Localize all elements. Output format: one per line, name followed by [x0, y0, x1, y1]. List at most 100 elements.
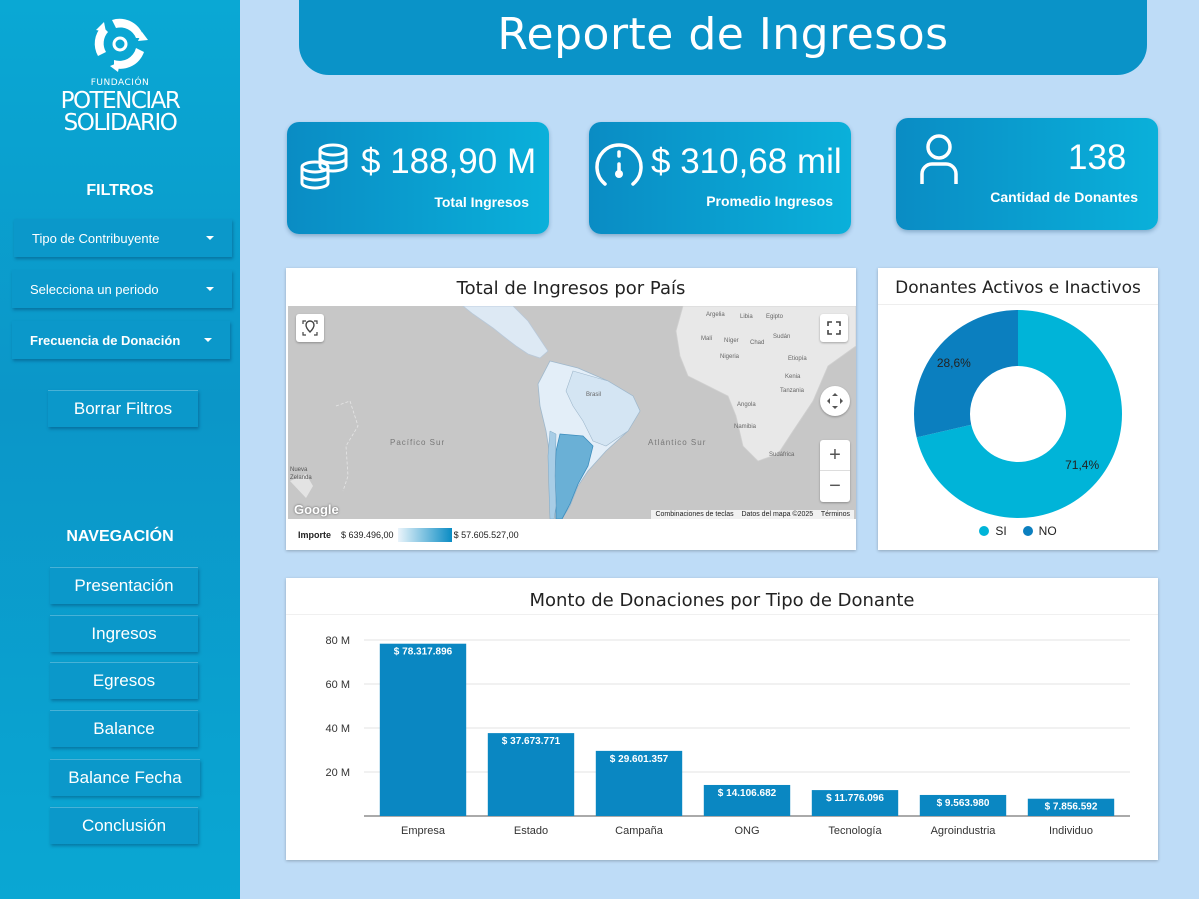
y-tick-label: 40 M — [326, 723, 350, 735]
map-canvas — [290, 306, 856, 519]
donut-panel-title: Donantes Activos e Inactivos — [895, 278, 1141, 298]
bar-0[interactable] — [379, 643, 467, 816]
kpi-label: Cantidad de Donantes — [990, 189, 1138, 205]
filter-period[interactable]: Selecciona un periodo — [12, 270, 232, 308]
bar-value-label: $ 29.601.357 — [610, 754, 669, 765]
map-legend: Importe $ 639.496,00 $ 57.605.527,00 — [298, 528, 519, 542]
donut-slice-label: 71,4% — [1065, 458, 1099, 472]
filter-contributor-type[interactable]: Tipo de Contribuyente — [14, 219, 232, 257]
x-tick-label: Campaña — [615, 825, 664, 837]
place-label: Egipto — [766, 314, 784, 320]
clear-filters-button[interactable]: Borrar Filtros — [48, 390, 198, 427]
place-label: Libia — [740, 314, 753, 320]
nav-ingresos[interactable]: Ingresos — [50, 615, 198, 652]
place-label: Sudán — [773, 334, 791, 340]
kpi-cantidad-donantes: 138 Cantidad de Donantes — [896, 118, 1158, 230]
bar-panel: Monto de Donaciones por Tipo de Donante … — [286, 578, 1158, 860]
logo-line-2: SOLIDARIO — [63, 110, 178, 136]
filter-frequency[interactable]: Frecuencia de Donación — [12, 321, 230, 359]
nav-presentacion[interactable]: Presentación — [50, 567, 198, 604]
logo: FUNDACIÓN POTENCIAR SOLIDARIO — [55, 14, 185, 136]
place-label: Nigeria — [720, 354, 740, 360]
x-tick-label: Estado — [514, 825, 548, 837]
place-label: Níger — [724, 338, 739, 344]
place-label: Angola — [737, 402, 756, 408]
fullscreen-icon — [827, 321, 841, 335]
place-label: Chad — [750, 340, 765, 346]
bar-chart: 20 M 40 M 60 M 80 M $ 78.317.896 Empresa $ 37.… — [326, 635, 1130, 837]
x-tick-label: ONG — [734, 825, 759, 837]
place-label: Nueva Zelanda — [290, 467, 312, 481]
donut-chart: 71,4% 28,6% — [914, 310, 1122, 518]
bar-value-label: $ 37.673.771 — [502, 736, 561, 747]
x-tick-label: Empresa — [401, 825, 446, 837]
donut-legend: SI NO — [878, 524, 1158, 538]
terms-link[interactable]: Términos — [821, 511, 850, 518]
page-header: Reporte de Ingresos — [299, 0, 1147, 75]
speedometer-icon — [595, 143, 643, 186]
sidebar: FUNDACIÓN POTENCIAR SOLIDARIO FILTROS Ti… — [0, 0, 240, 899]
nav-balance[interactable]: Balance — [50, 710, 198, 747]
pan-arrows-icon — [827, 393, 843, 409]
user-icon — [920, 134, 958, 184]
place-label: Tanzania — [780, 388, 805, 394]
keyboard-shortcuts-link[interactable]: Combinaciones de teclas — [655, 511, 733, 518]
legend-title: Importe — [298, 530, 332, 540]
chevron-down-icon — [206, 287, 214, 291]
nav-balance-fecha[interactable]: Balance Fecha — [50, 759, 200, 796]
place-label: Namibia — [734, 424, 757, 430]
donut-slice-no[interactable] — [914, 310, 1018, 438]
bar-value-label: $ 78.317.896 — [394, 647, 453, 658]
kpi-value: $ 310,68 mil — [651, 142, 842, 181]
donut-panel: Donantes Activos e Inactivos 71,4% 28,6% … — [878, 268, 1158, 550]
choropleth-map[interactable]: Pacífico Sur Atlántico Sur Argelia Libia… — [288, 306, 856, 519]
filter-label: Selecciona un periodo — [30, 281, 159, 297]
filter-label: Frecuencia de Donación — [30, 332, 181, 348]
kpi-label: Total Ingresos — [434, 194, 529, 210]
legend-item-no[interactable]: NO — [1022, 524, 1057, 538]
y-tick-label: 60 M — [326, 679, 350, 691]
chevron-down-icon — [204, 338, 212, 342]
kpi-promedio-ingresos: $ 310,68 mil Promedio Ingresos — [589, 122, 851, 234]
legend-swatch — [979, 526, 990, 536]
nav-egresos[interactable]: Egresos — [50, 662, 198, 699]
zoom-in-button[interactable]: + — [820, 440, 850, 471]
place-label: Kenia — [785, 374, 801, 380]
filters-heading: FILTROS — [86, 182, 154, 199]
map-panel-title: Total de Ingresos por País — [456, 278, 686, 299]
location-pin-icon — [302, 320, 318, 336]
x-tick-label: Individuo — [1049, 825, 1093, 837]
place-label: Sudáfrica — [769, 452, 795, 458]
legend-item-si[interactable]: SI — [979, 524, 1007, 538]
map-attribution: Combinaciones de teclas Datos del mapa ©… — [651, 510, 854, 519]
place-label: Brasil — [586, 392, 602, 398]
y-tick-label: 20 M — [326, 767, 350, 779]
logo-foundation-label: FUNDACIÓN — [90, 78, 150, 88]
nav-conclusion[interactable]: Conclusión — [50, 807, 198, 844]
x-tick-label: Tecnología — [828, 825, 882, 837]
fullscreen-button[interactable] — [820, 314, 848, 342]
bar-value-label: $ 7.856.592 — [1045, 802, 1098, 813]
google-logo: Google — [294, 502, 339, 517]
coins-stack-icon — [300, 143, 348, 190]
map-panel: Total de Ingresos por País Pacífico Sur … — [286, 268, 856, 550]
locate-button[interactable] — [296, 314, 324, 342]
chevron-down-icon — [206, 236, 214, 240]
place-label: Etiopía — [788, 356, 807, 362]
legend-swatch — [1022, 526, 1033, 536]
zoom-control: + − — [820, 440, 850, 502]
map-data-label: Datos del mapa ©2025 — [741, 511, 814, 518]
place-label: Argelia — [706, 312, 725, 318]
legend-max: $ 57.605.527,00 — [453, 530, 519, 540]
page-title: Reporte de Ingresos — [497, 9, 949, 60]
legend-min: $ 639.496,00 — [341, 530, 394, 540]
legend-gradient — [397, 528, 452, 542]
filter-label: Tipo de Contribuyente — [32, 230, 160, 246]
y-tick-label: 80 M — [326, 635, 350, 647]
pan-control[interactable] — [820, 386, 850, 416]
bar-value-label: $ 14.106.682 — [718, 788, 777, 799]
ocean-label: Atlántico Sur — [648, 438, 707, 447]
kpi-total-ingresos: $ 188,90 M Total Ingresos — [287, 122, 549, 234]
navigation-heading: NAVEGACIÓN — [66, 528, 174, 545]
zoom-out-button[interactable]: − — [820, 471, 850, 502]
